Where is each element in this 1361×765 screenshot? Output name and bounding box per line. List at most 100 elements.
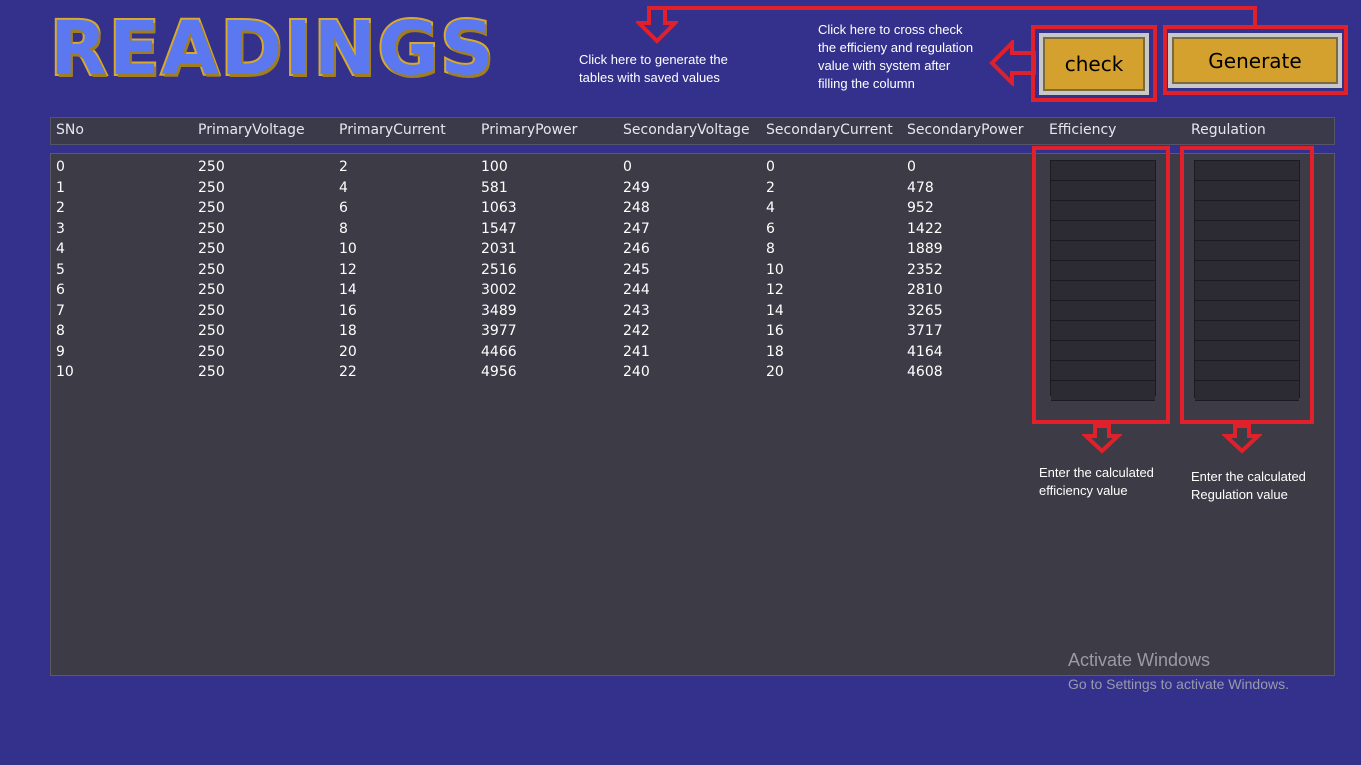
header-regulation: Regulation	[1191, 122, 1266, 138]
efficiency-input[interactable]	[1051, 301, 1155, 321]
cell-secondary-voltage: 247	[623, 220, 650, 237]
table-row: 2 250 6 1063 248 4 952	[51, 200, 1031, 220]
table-row: 7 250 16 3489 243 14 3265	[51, 303, 1031, 323]
cell-primary-power: 4956	[481, 364, 517, 380]
cell-secondary-voltage: 249	[623, 179, 650, 196]
table-header: SNo PrimaryVoltage PrimaryCurrent Primar…	[50, 117, 1335, 145]
regulation-input[interactable]	[1195, 221, 1299, 241]
cell-primary-current: 12	[339, 261, 357, 278]
regulation-input-column[interactable]	[1194, 160, 1300, 401]
activate-windows-subtitle: Go to Settings to activate Windows.	[1068, 676, 1289, 692]
cell-primary-current: 8	[339, 220, 348, 237]
cell-secondary-power: 3265	[907, 302, 943, 319]
cell-sno: 10	[56, 364, 74, 380]
cell-secondary-power: 1422	[907, 220, 943, 237]
header-primary-current: PrimaryCurrent	[339, 122, 446, 138]
cell-secondary-current: 16	[766, 323, 784, 339]
regulation-input[interactable]	[1195, 321, 1299, 341]
check-button[interactable]: check	[1039, 33, 1149, 95]
cell-secondary-power: 952	[907, 200, 934, 216]
cell-primary-current: 18	[339, 323, 357, 339]
regulation-input[interactable]	[1195, 381, 1299, 401]
cell-primary-power: 2031	[481, 241, 517, 257]
down-arrow-icon	[1082, 424, 1122, 454]
activate-windows-title: Activate Windows	[1068, 650, 1211, 670]
efficiency-input[interactable]	[1051, 281, 1155, 301]
cell-sno: 1	[56, 179, 65, 196]
regulation-input[interactable]	[1195, 341, 1299, 361]
cell-sno: 9	[56, 343, 65, 360]
cell-primary-voltage: 250	[198, 220, 225, 237]
regulation-input[interactable]	[1195, 301, 1299, 321]
cell-primary-current: 16	[339, 302, 357, 319]
cell-primary-power: 2516	[481, 261, 517, 278]
cell-primary-current: 2	[339, 159, 348, 175]
cell-sno: 6	[56, 282, 65, 298]
cell-primary-voltage: 250	[198, 323, 225, 339]
regulation-input[interactable]	[1195, 261, 1299, 281]
regulation-input[interactable]	[1195, 241, 1299, 261]
table-row: 6 250 14 3002 244 12 2810	[51, 282, 1031, 302]
header-secondary-current: SecondaryCurrent	[766, 122, 893, 138]
generate-button[interactable]: Generate	[1168, 33, 1342, 88]
cell-sno: 3	[56, 220, 65, 237]
cell-sno: 0	[56, 159, 65, 175]
cell-primary-voltage: 250	[198, 261, 225, 278]
efficiency-input-column[interactable]	[1050, 160, 1156, 401]
efficiency-input[interactable]	[1051, 181, 1155, 201]
cell-primary-voltage: 250	[198, 364, 225, 380]
regulation-input[interactable]	[1195, 281, 1299, 301]
cell-secondary-current: 6	[766, 220, 775, 237]
cell-sno: 8	[56, 323, 65, 339]
cell-secondary-power: 478	[907, 179, 934, 196]
efficiency-input[interactable]	[1051, 261, 1155, 281]
cell-primary-power: 581	[481, 179, 508, 196]
regulation-input[interactable]	[1195, 361, 1299, 381]
cell-primary-current: 22	[339, 364, 357, 380]
cell-primary-power: 1547	[481, 220, 517, 237]
generate-hint: Click here to generate the tables with s…	[579, 52, 728, 85]
table-row: 8 250 18 3977 242 16 3717	[51, 323, 1031, 343]
annotation-line	[654, 6, 1256, 10]
efficiency-input[interactable]	[1051, 201, 1155, 221]
cell-secondary-voltage: 242	[623, 323, 650, 339]
cell-secondary-voltage: 240	[623, 364, 650, 380]
cell-primary-voltage: 250	[198, 179, 225, 196]
efficiency-input[interactable]	[1051, 361, 1155, 381]
efficiency-input[interactable]	[1051, 241, 1155, 261]
annotation-line	[1253, 6, 1257, 26]
cell-primary-voltage: 250	[198, 200, 225, 216]
efficiency-input[interactable]	[1051, 381, 1155, 401]
cell-secondary-current: 4	[766, 200, 775, 216]
header-secondary-power: SecondaryPower	[907, 122, 1024, 138]
cell-secondary-current: 2	[766, 179, 775, 196]
down-arrow-icon	[1222, 424, 1262, 454]
cell-secondary-voltage: 0	[623, 159, 632, 175]
cell-secondary-voltage: 244	[623, 282, 650, 298]
header-secondary-voltage: SecondaryVoltage	[623, 122, 750, 138]
cell-secondary-current: 10	[766, 261, 784, 278]
header-primary-power: PrimaryPower	[481, 122, 578, 138]
cell-secondary-power: 4608	[907, 364, 943, 380]
regulation-input[interactable]	[1195, 161, 1299, 181]
table-row: 9 250 20 4466 241 18 4164	[51, 344, 1031, 364]
cell-secondary-power: 2352	[907, 261, 943, 278]
efficiency-input[interactable]	[1051, 341, 1155, 361]
cell-primary-current: 10	[339, 241, 357, 257]
regulation-input[interactable]	[1195, 201, 1299, 221]
cell-primary-power: 4466	[481, 343, 517, 360]
cell-secondary-current: 8	[766, 241, 775, 257]
efficiency-input[interactable]	[1051, 161, 1155, 181]
cell-primary-current: 6	[339, 200, 348, 216]
cell-secondary-current: 20	[766, 364, 784, 380]
regulation-input[interactable]	[1195, 181, 1299, 201]
down-arrow-icon	[636, 6, 678, 44]
cell-secondary-voltage: 245	[623, 261, 650, 278]
cell-primary-voltage: 250	[198, 241, 225, 257]
page-title: READINGS	[48, 4, 496, 94]
efficiency-input[interactable]	[1051, 221, 1155, 241]
cell-sno: 7	[56, 302, 65, 319]
efficiency-input[interactable]	[1051, 321, 1155, 341]
cell-secondary-power: 2810	[907, 282, 943, 298]
cell-primary-voltage: 250	[198, 343, 225, 360]
